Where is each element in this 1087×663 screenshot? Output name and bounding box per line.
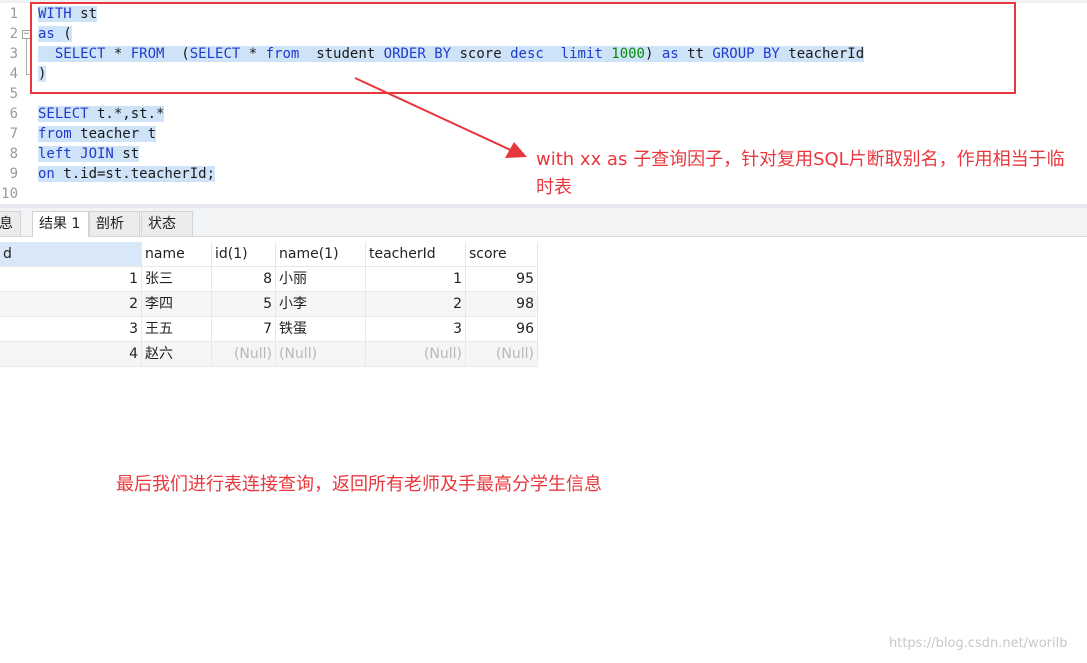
- table-cell[interactable]: (Null): [466, 342, 538, 367]
- column-header[interactable]: score: [466, 242, 538, 267]
- table-cell[interactable]: 4: [0, 342, 142, 367]
- table-cell[interactable]: 5: [212, 292, 276, 317]
- table-cell[interactable]: 2: [366, 292, 466, 317]
- tab-info[interactable]: 息: [0, 211, 21, 236]
- table-cell[interactable]: 95: [466, 267, 538, 292]
- table-cell[interactable]: 小丽: [276, 267, 366, 292]
- column-header[interactable]: teacherId: [366, 242, 466, 267]
- annotation-with-clause: with xx as 子查询因子，针对复用SQL片断取别名，作用相当于临时表: [536, 149, 1065, 198]
- table-cell[interactable]: (Null): [366, 342, 466, 367]
- table-cell[interactable]: 8: [212, 267, 276, 292]
- column-header[interactable]: d: [0, 242, 142, 267]
- table-cell[interactable]: 3: [366, 317, 466, 342]
- column-header[interactable]: id(1): [212, 242, 276, 267]
- table-cell[interactable]: (Null): [276, 342, 366, 367]
- table-cell[interactable]: 3: [0, 317, 142, 342]
- table-cell[interactable]: 李四: [142, 292, 212, 317]
- table-cell[interactable]: 96: [466, 317, 538, 342]
- table-cell[interactable]: 7: [212, 317, 276, 342]
- table-cell[interactable]: 2: [0, 292, 142, 317]
- table-cell[interactable]: 铁蛋: [276, 317, 366, 342]
- tab-status[interactable]: 状态: [141, 211, 193, 236]
- tab-profile[interactable]: 剖析: [89, 211, 140, 236]
- column-header[interactable]: name(1): [276, 242, 366, 267]
- result-tabs: 息 结果 1 剖析 状态: [0, 208, 1087, 237]
- table-cell[interactable]: 王五: [142, 317, 212, 342]
- table-cell[interactable]: 1: [0, 267, 142, 292]
- tab-result-1[interactable]: 结果 1: [32, 211, 89, 237]
- table-cell[interactable]: 98: [466, 292, 538, 317]
- table-cell[interactable]: 赵六: [142, 342, 212, 367]
- watermark: https://blog.csdn.net/worilb: [889, 636, 1068, 651]
- annotation-join-query: 最后我们进行表连接查询，返回所有老师及手最高分学生信息: [116, 474, 602, 495]
- column-header[interactable]: name: [142, 242, 212, 267]
- table-cell[interactable]: 张三: [142, 267, 212, 292]
- table-cell[interactable]: 1: [366, 267, 466, 292]
- table-cell[interactable]: 小李: [276, 292, 366, 317]
- table-cell[interactable]: (Null): [212, 342, 276, 367]
